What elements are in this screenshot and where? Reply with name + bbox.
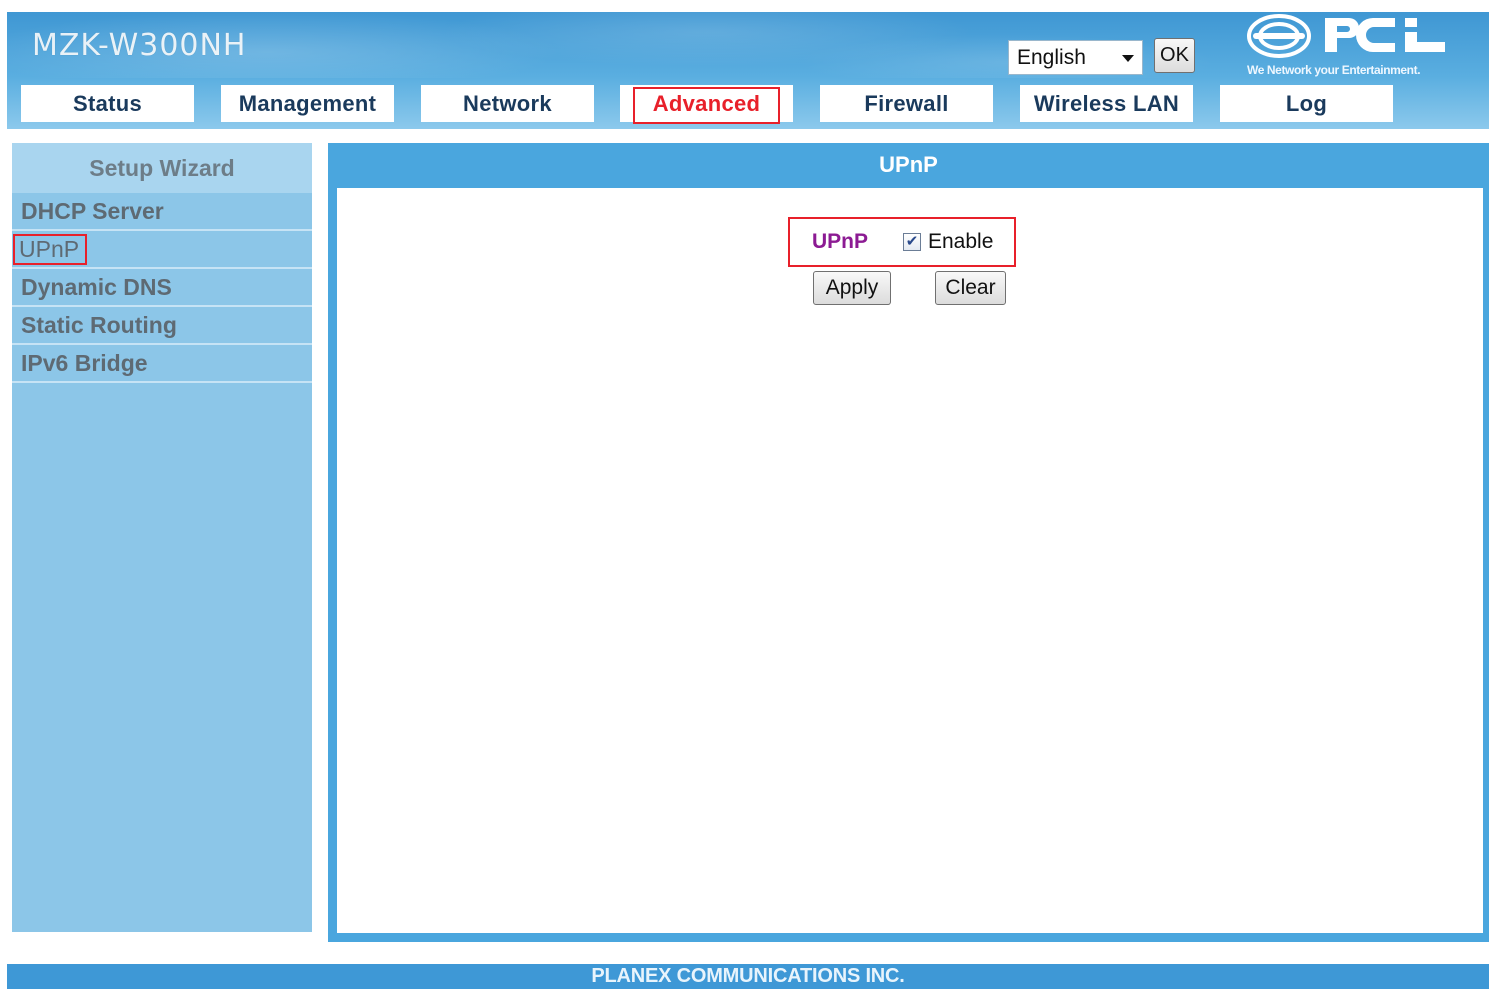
language-select[interactable]: English	[1008, 40, 1143, 75]
clear-button[interactable]: Clear	[935, 271, 1006, 305]
tab-network[interactable]: Network	[421, 85, 594, 122]
tab-management[interactable]: Management	[221, 85, 394, 122]
upnp-enable-checkbox[interactable]: ✔	[903, 233, 921, 251]
main-content: UPnP ✔ Enable Apply Clear	[337, 188, 1483, 933]
sidebar-item-label: Static Routing	[21, 311, 177, 338]
tab-advanced[interactable]: Advanced	[620, 85, 793, 124]
tab-label: Advanced	[652, 90, 761, 116]
sidebar-item-label: Dynamic DNS	[21, 273, 172, 300]
footer-company-name: PLANEX COMMUNICATIONS INC.	[591, 965, 905, 987]
language-select-value: English	[1017, 45, 1086, 69]
tab-firewall[interactable]: Firewall	[820, 85, 993, 122]
tab-label: Log	[1285, 90, 1328, 116]
upnp-setting-row: UPnP ✔ Enable	[788, 217, 1016, 267]
chevron-down-icon	[1122, 55, 1134, 62]
apply-button[interactable]: Apply	[813, 271, 891, 305]
sidebar-item-label: IPv6 Bridge	[21, 349, 148, 376]
upnp-label: UPnP	[812, 230, 869, 253]
sidebar-item-setup-wizard[interactable]: Setup Wizard	[12, 143, 312, 193]
tab-label: Firewall	[864, 90, 949, 116]
language-ok-button[interactable]: OK	[1154, 38, 1195, 73]
header-banner: MZK-W300NH English OK We Network your En…	[7, 12, 1489, 129]
model-name: MZK-W300NH	[32, 28, 247, 63]
tab-wireless-lan[interactable]: Wireless LAN	[1020, 85, 1193, 122]
footer: PLANEX COMMUNICATIONS INC.	[7, 964, 1489, 989]
sidebar: Setup Wizard DHCP Server UPnP Dynamic DN…	[12, 143, 312, 932]
sidebar-item-dynamic-dns[interactable]: Dynamic DNS	[12, 269, 312, 307]
pci-logo: We Network your Entertainment.	[1245, 12, 1445, 78]
sidebar-item-dhcp-server[interactable]: DHCP Server	[12, 193, 312, 231]
pci-logo-icon	[1247, 14, 1445, 58]
tab-label: Status	[72, 90, 143, 116]
checkmark-icon: ✔	[905, 233, 919, 250]
logo-tagline: We Network your Entertainment.	[1247, 63, 1421, 77]
page-title: UPnP	[879, 152, 938, 177]
tab-log[interactable]: Log	[1220, 85, 1393, 122]
tab-label: Network	[463, 90, 552, 116]
sidebar-item-label: UPnP	[13, 233, 88, 265]
tab-status[interactable]: Status	[21, 85, 194, 122]
sidebar-item-static-routing[interactable]: Static Routing	[12, 307, 312, 345]
main-panel: UPnP UPnP ✔ Enable Apply Clear	[328, 143, 1489, 942]
upnp-enable-label[interactable]: Enable	[928, 230, 993, 254]
tab-label: Management	[238, 90, 377, 116]
sidebar-item-ipv6-bridge[interactable]: IPv6 Bridge	[12, 345, 312, 383]
tab-label: Wireless LAN	[1033, 90, 1180, 116]
sidebar-item-label: DHCP Server	[21, 197, 164, 224]
sidebar-item-upnp[interactable]: UPnP	[12, 231, 312, 269]
sidebar-heading: Setup Wizard	[89, 154, 235, 181]
